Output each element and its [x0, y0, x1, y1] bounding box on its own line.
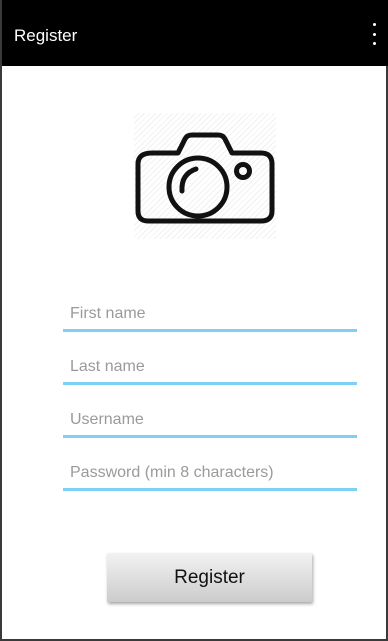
app-bar: Register — [2, 0, 388, 66]
app-bar-title: Register — [14, 26, 78, 45]
password-field[interactable] — [63, 457, 357, 491]
register-button[interactable]: Register — [107, 553, 312, 602]
camera-icon — [135, 132, 275, 224]
username-field[interactable] — [63, 404, 357, 438]
first-name-field[interactable] — [63, 298, 357, 332]
app-window: Register Register — [0, 0, 388, 641]
last-name-input[interactable] — [63, 351, 357, 382]
password-input[interactable] — [63, 457, 357, 488]
last-name-field[interactable] — [63, 351, 357, 385]
more-vert-icon[interactable] — [370, 23, 378, 45]
first-name-input[interactable] — [63, 298, 357, 329]
profile-photo-picker[interactable] — [134, 113, 276, 239]
username-input[interactable] — [63, 404, 357, 435]
